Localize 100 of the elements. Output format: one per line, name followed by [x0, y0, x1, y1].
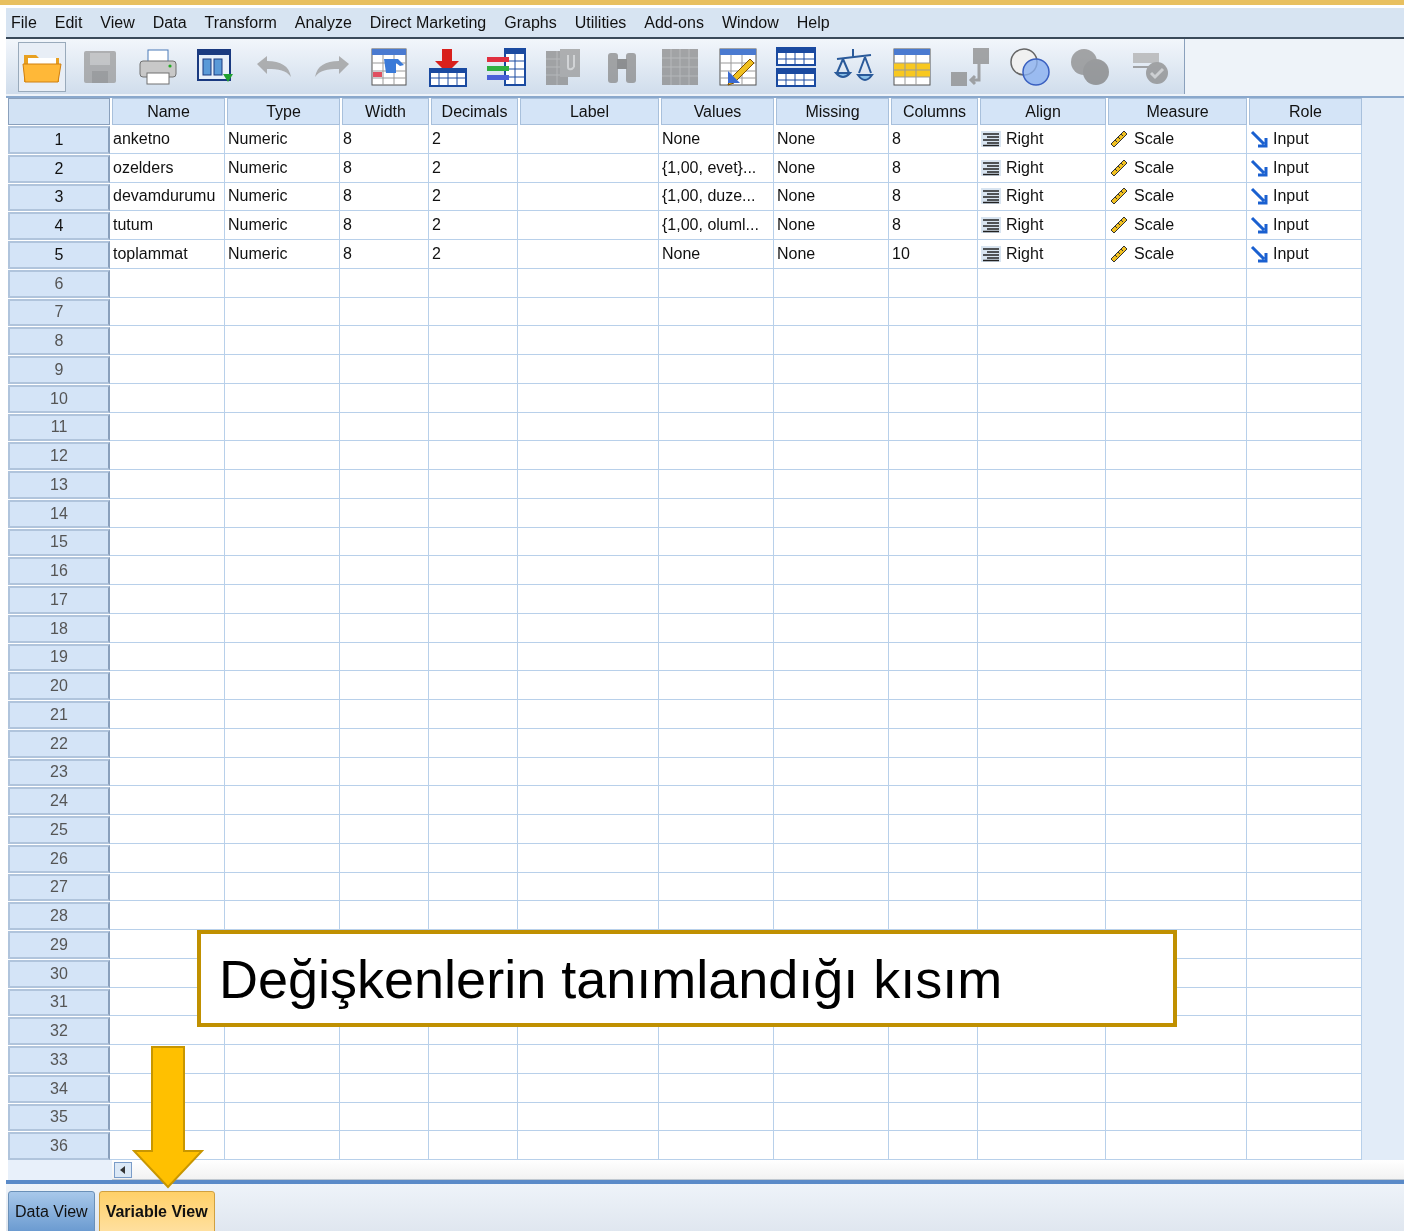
menu-item[interactable]: File — [6, 13, 50, 32]
column-header[interactable]: Align — [980, 98, 1106, 125]
table-cell[interactable] — [889, 498, 978, 528]
table-cell[interactable] — [978, 786, 1106, 815]
table-cell[interactable]: {1,00, duze... — [659, 182, 774, 212]
table-cell[interactable] — [889, 1045, 978, 1074]
table-cell[interactable] — [1106, 470, 1247, 499]
table-cell[interactable] — [774, 585, 889, 614]
table-cell[interactable] — [1106, 498, 1247, 528]
table-cell[interactable] — [659, 585, 774, 614]
table-cell[interactable]: Right — [978, 153, 1106, 183]
table-cell[interactable] — [340, 1073, 429, 1103]
table-cell[interactable] — [889, 268, 978, 298]
table-cell[interactable] — [429, 527, 518, 557]
table-cell[interactable] — [518, 1045, 659, 1074]
table-cell[interactable] — [774, 1045, 889, 1074]
column-header[interactable]: Role — [1249, 98, 1362, 125]
table-cell[interactable] — [978, 757, 1106, 787]
row-number[interactable]: 7 — [8, 298, 110, 327]
table-cell[interactable] — [659, 700, 774, 729]
row-number[interactable]: 1 — [8, 126, 110, 154]
table-cell[interactable] — [429, 556, 518, 585]
table-cell[interactable] — [1106, 872, 1247, 902]
menu-item[interactable]: Help — [791, 13, 843, 32]
menu-item[interactable]: Direct Marketing — [364, 13, 500, 32]
table-cell[interactable] — [774, 815, 889, 844]
column-header[interactable]: Missing — [776, 98, 889, 125]
table-cell[interactable] — [340, 527, 429, 557]
table-cell[interactable] — [225, 757, 340, 787]
table-cell[interactable]: anketno — [110, 125, 225, 154]
table-cell[interactable] — [110, 728, 225, 758]
table-cell[interactable] — [110, 815, 225, 844]
table-cell[interactable] — [774, 1102, 889, 1132]
table-cell[interactable]: 8 — [340, 211, 429, 240]
table-cell[interactable]: Right — [978, 125, 1106, 154]
table-cell[interactable] — [429, 671, 518, 700]
table-cell[interactable] — [429, 297, 518, 327]
table-cell[interactable] — [518, 1073, 659, 1103]
table-cell[interactable] — [518, 613, 659, 643]
table-cell[interactable] — [774, 1073, 889, 1103]
table-cell[interactable] — [429, 728, 518, 758]
table-cell[interactable]: Right — [978, 182, 1106, 212]
table-cell[interactable] — [659, 642, 774, 672]
table-cell[interactable] — [1106, 441, 1247, 470]
table-cell[interactable] — [889, 671, 978, 700]
table-cell[interactable] — [659, 297, 774, 327]
table-cell[interactable] — [978, 326, 1106, 355]
table-cell[interactable] — [340, 843, 429, 873]
table-cell[interactable] — [774, 498, 889, 528]
table-cell[interactable] — [1106, 326, 1247, 355]
table-cell[interactable] — [659, 441, 774, 470]
view-tab[interactable]: Variable View — [98, 1191, 215, 1231]
menu-item[interactable]: View — [95, 13, 148, 32]
table-cell[interactable] — [518, 125, 659, 154]
table-cell[interactable] — [978, 1073, 1106, 1103]
row-number[interactable]: 13 — [8, 471, 110, 499]
table-cell[interactable] — [429, 872, 518, 902]
table-cell[interactable]: 8 — [340, 240, 429, 269]
table-cell[interactable] — [429, 613, 518, 643]
table-cell[interactable] — [340, 470, 429, 499]
table-cell[interactable] — [340, 757, 429, 787]
table-cell[interactable] — [340, 498, 429, 528]
row-number[interactable]: 8 — [8, 327, 110, 355]
table-cell[interactable] — [774, 297, 889, 327]
table-cell[interactable] — [1106, 843, 1247, 873]
table-cell[interactable] — [110, 872, 225, 902]
table-cell[interactable]: 8 — [889, 182, 978, 212]
table-cell[interactable] — [340, 815, 429, 844]
table-cell[interactable] — [340, 441, 429, 470]
table-cell[interactable] — [774, 728, 889, 758]
table-cell[interactable] — [659, 268, 774, 298]
table-cell[interactable] — [659, 1073, 774, 1103]
table-cell[interactable] — [225, 728, 340, 758]
table-cell[interactable] — [225, 412, 340, 442]
table-cell[interactable]: Right — [978, 211, 1106, 240]
row-number[interactable]: 11 — [8, 413, 110, 442]
table-cell[interactable] — [889, 585, 978, 614]
table-cell[interactable] — [978, 815, 1106, 844]
table-cell[interactable]: 8 — [340, 182, 429, 212]
row-number[interactable]: 22 — [8, 729, 110, 758]
row-number[interactable]: 12 — [8, 442, 110, 470]
table-cell[interactable] — [1106, 613, 1247, 643]
table-cell[interactable] — [978, 1045, 1106, 1074]
table-cell[interactable] — [518, 182, 659, 212]
column-header[interactable]: Name — [112, 98, 225, 125]
table-cell[interactable]: {1,00, oluml... — [659, 211, 774, 240]
table-cell[interactable] — [889, 757, 978, 787]
row-number[interactable]: 27 — [8, 873, 110, 902]
table-cell[interactable] — [340, 383, 429, 413]
table-cell[interactable] — [518, 240, 659, 269]
table-cell[interactable]: 8 — [889, 153, 978, 183]
table-cell[interactable]: Input — [1247, 182, 1362, 212]
table-cell[interactable] — [774, 527, 889, 557]
table-cell[interactable] — [889, 326, 978, 355]
table-cell[interactable] — [889, 470, 978, 499]
table-cell[interactable] — [518, 527, 659, 557]
column-header[interactable]: Type — [227, 98, 340, 125]
table-cell[interactable]: Scale — [1106, 153, 1247, 183]
table-cell[interactable] — [659, 843, 774, 873]
table-cell[interactable] — [429, 441, 518, 470]
